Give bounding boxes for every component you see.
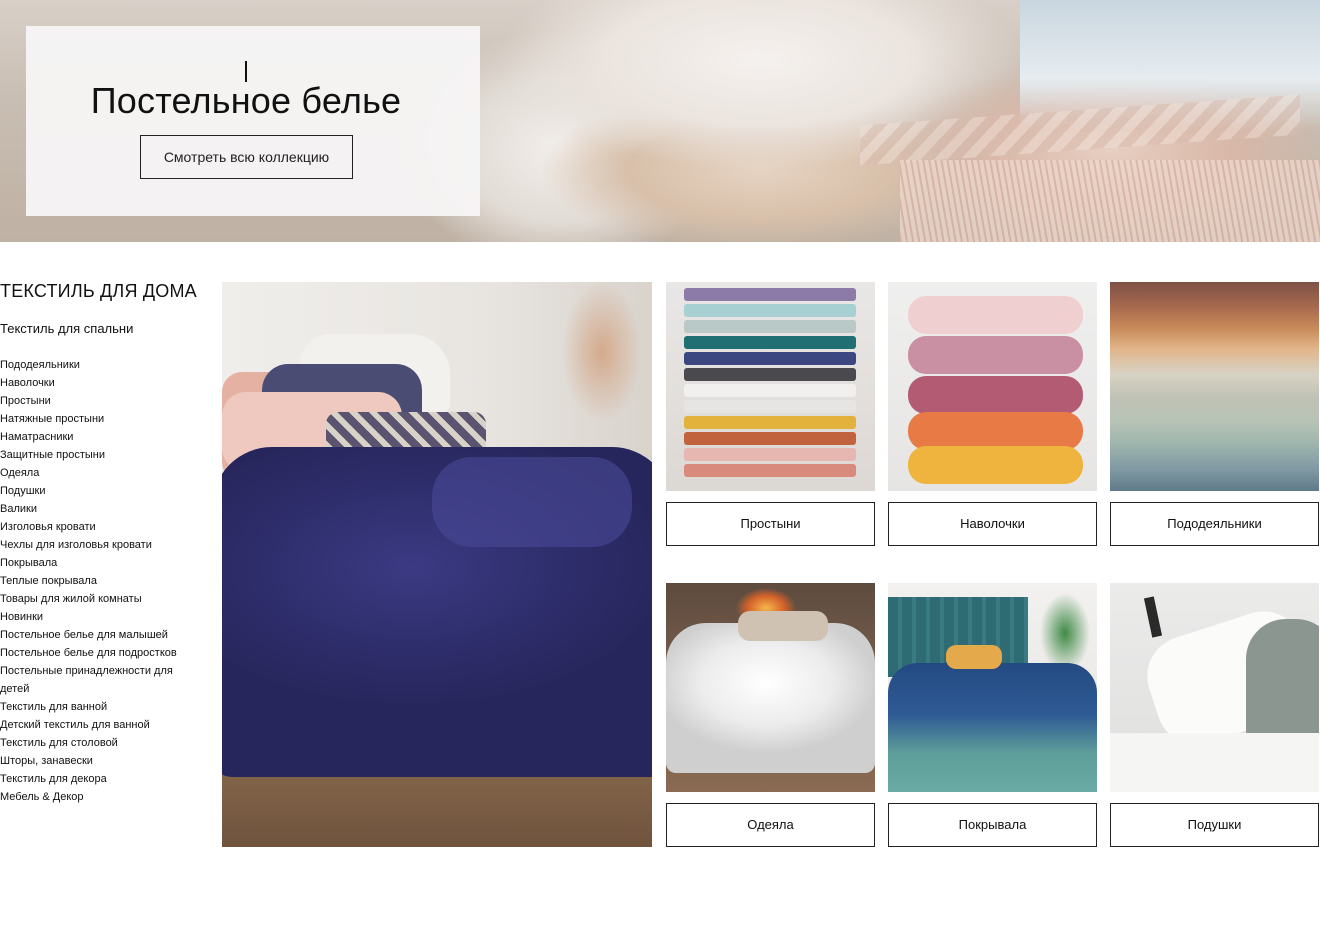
category-button-duvet-covers[interactable]: Пододеяльники <box>1110 502 1319 546</box>
sidebar-item[interactable]: Покрывала <box>0 554 190 572</box>
duvet-covers-image[interactable] <box>1110 282 1319 491</box>
sidebar-item[interactable]: Наволочки <box>0 374 190 392</box>
category-button-pillowcases[interactable]: Наволочки <box>888 502 1097 546</box>
sidebar-item[interactable]: Детский текстиль для ванной <box>0 716 190 734</box>
sidebar-item[interactable]: Шторы, занавески <box>0 752 190 770</box>
sidebar-item[interactable]: Подушки <box>0 482 190 500</box>
folded-sheet <box>684 384 856 397</box>
sidebar-item[interactable]: Натяжные простыни <box>0 410 190 428</box>
sidebar-list: Пододеяльники Наволочки Простыни Натяжны… <box>0 356 200 806</box>
sidebar-item[interactable]: Защитные простыни <box>0 446 190 464</box>
pillowcases-image[interactable] <box>888 282 1097 491</box>
folded-sheet <box>684 416 856 429</box>
featured-bedroom-image[interactable] <box>222 282 652 847</box>
photo-plant <box>552 282 652 432</box>
duvet-shape <box>666 623 875 773</box>
pillow <box>908 336 1083 374</box>
folded-sheet <box>684 336 856 349</box>
hero-banner: Постельное белье Смотреть всю коллекцию <box>0 0 1320 242</box>
folded-sheet <box>684 368 856 381</box>
folded-sheet <box>684 432 856 445</box>
sidebar-item[interactable]: Текстиль для столовой <box>0 734 190 752</box>
sidebar-item[interactable]: Постельное белье для малышей <box>0 626 190 644</box>
duvet-pillow <box>738 611 828 641</box>
sidebar-item[interactable]: Постельное белье для подростков <box>0 644 190 662</box>
sheets-image[interactable] <box>666 282 875 491</box>
sidebar-heading[interactable]: ТЕКСТИЛЬ ДЛЯ ДОМА <box>0 280 200 302</box>
folded-sheet <box>684 320 856 333</box>
category-button-pillows[interactable]: Подушки <box>1110 803 1319 847</box>
bedspread-shape <box>888 663 1097 792</box>
pillows-image[interactable] <box>1110 583 1319 792</box>
category-sidebar: ТЕКСТИЛЬ ДЛЯ ДОМА Текстиль для спальни П… <box>0 280 200 806</box>
sidebar-item[interactable]: Текстиль для ванной <box>0 698 190 716</box>
white-sheet <box>1110 733 1319 792</box>
folded-sheet <box>684 400 856 413</box>
category-button-bedspreads[interactable]: Покрывала <box>888 803 1097 847</box>
duvets-image[interactable] <box>666 583 875 792</box>
pillow <box>908 446 1083 484</box>
yellow-pillow <box>946 645 1002 669</box>
bedspreads-image[interactable] <box>888 583 1097 792</box>
sidebar-item[interactable]: Теплые покрывала <box>0 572 190 590</box>
hero-title: Постельное белье <box>90 80 402 121</box>
sidebar-item[interactable]: Новинки <box>0 608 190 626</box>
sidebar-item[interactable]: Валики <box>0 500 190 518</box>
sidebar-item[interactable]: Мебель & Декор <box>0 788 190 806</box>
view-collection-button[interactable]: Смотреть всю коллекцию <box>140 135 353 179</box>
folded-sheet <box>684 448 856 461</box>
sidebar-item[interactable]: Чехлы для изголовья кровати <box>0 536 190 554</box>
lamp <box>1143 596 1163 638</box>
folded-sheet <box>684 304 856 317</box>
sidebar-item[interactable]: Пододеяльники <box>0 356 190 374</box>
pillow <box>908 412 1083 450</box>
folded-sheet <box>684 288 856 301</box>
category-button-sheets[interactable]: Простыни <box>666 502 875 546</box>
pillow <box>908 376 1083 414</box>
sidebar-item[interactable]: Наматрасники <box>0 428 190 446</box>
sidebar-item[interactable]: Товары для жилой комнаты <box>0 590 190 608</box>
sidebar-item[interactable]: Одеяла <box>0 464 190 482</box>
photo-duvet-fold <box>432 457 632 547</box>
sidebar-item[interactable]: Текстиль для декора <box>0 770 190 788</box>
sidebar-item[interactable]: Изголовья кровати <box>0 518 190 536</box>
category-button-duvets[interactable]: Одеяла <box>666 803 875 847</box>
hero-pillow-fringe <box>900 160 1320 242</box>
sidebar-subheading[interactable]: Текстиль для спальни <box>0 320 200 338</box>
pillow <box>908 296 1083 334</box>
sidebar-item[interactable]: Простыни <box>0 392 190 410</box>
sidebar-item[interactable]: Постельные принадлежности для детей <box>0 662 190 698</box>
folded-sheet <box>684 464 856 477</box>
folded-sheet <box>684 352 856 365</box>
